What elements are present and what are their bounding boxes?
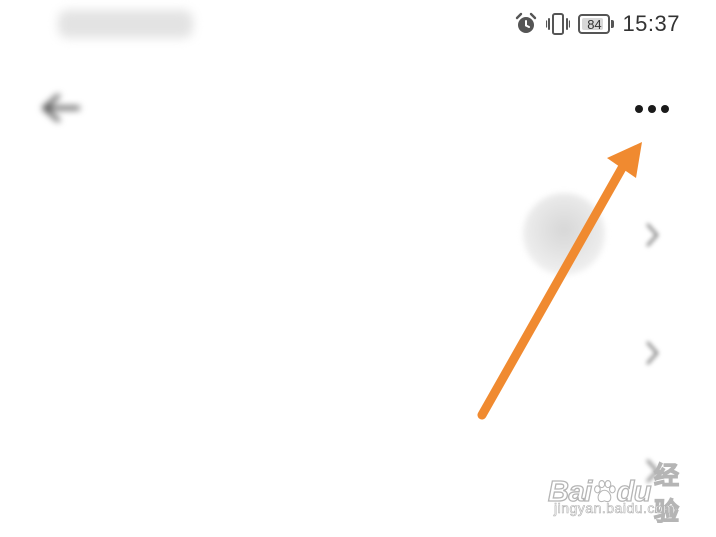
status-bar: 84 15:37 [0, 0, 716, 48]
back-button[interactable] [36, 88, 82, 128]
account-settings-screen: 84 15:37 Bai du 经验 jingyan.baidu.com [0, 0, 716, 537]
more-options-button[interactable] [630, 94, 674, 124]
back-arrow-icon [42, 94, 80, 122]
top-app-bar [0, 70, 716, 150]
chevron-right-icon [646, 341, 659, 365]
alarm-icon [514, 12, 538, 36]
vibrate-icon [546, 11, 571, 37]
battery-level: 84 [587, 16, 602, 32]
status-time: 15:37 [622, 11, 680, 36]
settings-row-account[interactable] [0, 308, 716, 408]
watermark-jingyan: 经验 [653, 461, 679, 526]
watermark-url: jingyan.baidu.com [554, 500, 676, 517]
more-dots-icon [635, 105, 643, 113]
carrier-name [58, 10, 193, 38]
battery-indicator: 84 [578, 14, 615, 34]
settings-row-avatar[interactable] [0, 190, 716, 290]
status-icons: 84 15:37 [514, 9, 680, 39]
chevron-right-icon [646, 223, 659, 247]
avatar [523, 193, 605, 275]
baidu-jingyan-watermark: Bai du 经验 jingyan.baidu.com [547, 456, 698, 526]
